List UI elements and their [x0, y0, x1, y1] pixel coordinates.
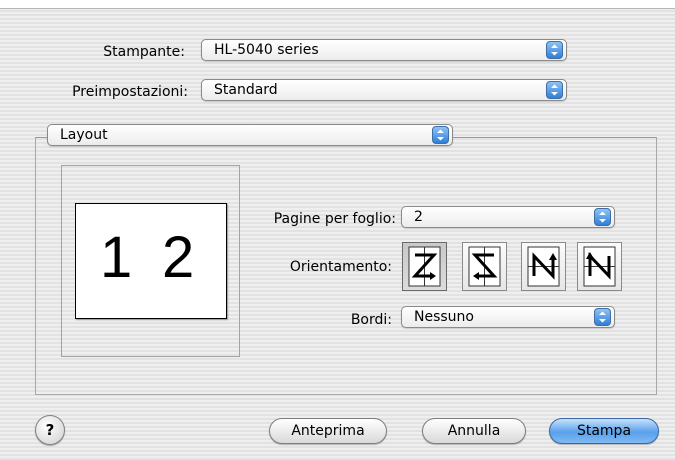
border-value: Nessuno: [414, 309, 474, 325]
reverse-z-orientation-icon: [468, 246, 501, 287]
orientation-option-2[interactable]: [462, 242, 507, 291]
panel-value: Layout: [60, 127, 108, 143]
orientation-label: Orientamento:: [289, 259, 392, 275]
cancel-button[interactable]: Annulla: [422, 418, 526, 444]
popup-arrows-icon: [594, 308, 611, 326]
printer-label: Stampante:: [103, 44, 185, 60]
presets-popup[interactable]: Standard: [201, 79, 567, 101]
printer-value: HL-5040 series: [214, 42, 319, 58]
orientation-option-1[interactable]: [402, 242, 447, 291]
window-top-edge: [0, 0, 675, 9]
border-label: Bordi:: [350, 312, 392, 328]
reverse-n-orientation-icon: [583, 246, 616, 287]
pages-per-sheet-value: 2: [414, 209, 423, 225]
help-button[interactable]: ?: [35, 415, 65, 445]
border-popup[interactable]: Nessuno: [401, 306, 615, 328]
printer-popup[interactable]: HL-5040 series: [201, 39, 567, 61]
orientation-option-4[interactable]: [577, 242, 622, 291]
presets-label: Preimpostazioni:: [72, 84, 188, 100]
orientation-option-3[interactable]: [521, 242, 566, 291]
preview-button[interactable]: Anteprima: [269, 418, 387, 444]
popup-arrows-icon: [546, 81, 563, 99]
panel-popup[interactable]: Layout: [47, 124, 453, 146]
pages-per-sheet-label: Pagine per foglio:: [273, 211, 396, 227]
n-orientation-icon: [527, 246, 560, 287]
preview-page-number: 1: [100, 225, 133, 290]
popup-arrows-icon: [432, 126, 449, 144]
preview-page-number: 2: [162, 225, 195, 290]
z-orientation-icon: [408, 246, 441, 287]
popup-arrows-icon: [594, 208, 611, 226]
layout-preview-sheet: 1 2: [75, 203, 227, 319]
pages-per-sheet-popup[interactable]: 2: [401, 206, 615, 228]
popup-arrows-icon: [546, 41, 563, 59]
print-button[interactable]: Stampa: [549, 418, 659, 444]
presets-value: Standard: [214, 82, 278, 98]
